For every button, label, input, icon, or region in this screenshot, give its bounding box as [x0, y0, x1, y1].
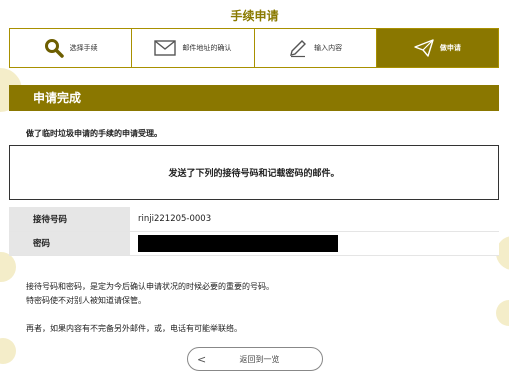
info-line-3: 再者，如果内容有不完备另外邮件，或，电话有可能举联络。 [26, 324, 242, 333]
step-label: 输入内容 [314, 44, 343, 52]
info-line-2: 特密码使不对别人被知道请保管。 [26, 296, 146, 305]
back-button-label: 返回到一览 [239, 354, 280, 364]
step-select-procedure: 选择手续 [10, 29, 133, 67]
completion-banner: 申请完成 [9, 85, 499, 111]
pencil-icon [288, 38, 308, 58]
back-to-list-button[interactable]: < 返回到一览 [187, 347, 323, 371]
info-line-1: 接待号码和密码，是定为今后确认申请状况的时候必要的重要的号码。 [26, 282, 274, 291]
send-icon [414, 39, 434, 57]
step-label: 邮件地址的确认 [182, 44, 232, 52]
step-label: 做申请 [439, 44, 461, 52]
table-row: 密码 [9, 231, 499, 256]
mail-icon [154, 40, 177, 56]
password-value [130, 231, 499, 256]
notice-box: 发送了下列的接待号码和记载密码的邮件。 [9, 145, 499, 200]
password-label: 密码 [9, 231, 130, 256]
reception-number-value: rinji221205-0003 [130, 207, 499, 232]
notice-text: 发送了下列的接待号码和记载密码的邮件。 [168, 169, 340, 179]
intro-text: 做了临时垃圾申请的手续的申请受理。 [26, 129, 162, 138]
details-table: 接待号码 rinji221205-0003 密码 [9, 207, 499, 256]
search-icon [44, 38, 64, 58]
step-indicator: 选择手续 邮件地址的确认 输入内容 做申请 [9, 28, 499, 68]
table-row: 接待号码 rinji221205-0003 [9, 207, 499, 232]
step-email-confirm: 邮件地址的确认 [132, 29, 255, 67]
chevron-left-icon: < [197, 352, 207, 366]
reception-number-label: 接待号码 [9, 207, 130, 232]
page-title: 手续申请 [230, 9, 279, 23]
step-apply: 做申请 [376, 29, 498, 67]
decorative-circle [0, 252, 16, 282]
decorative-circle [496, 300, 509, 326]
step-input-content: 输入内容 [255, 29, 377, 67]
step-label: 选择手续 [69, 44, 98, 52]
password-redaction [138, 234, 338, 252]
decorative-circle [0, 338, 16, 364]
